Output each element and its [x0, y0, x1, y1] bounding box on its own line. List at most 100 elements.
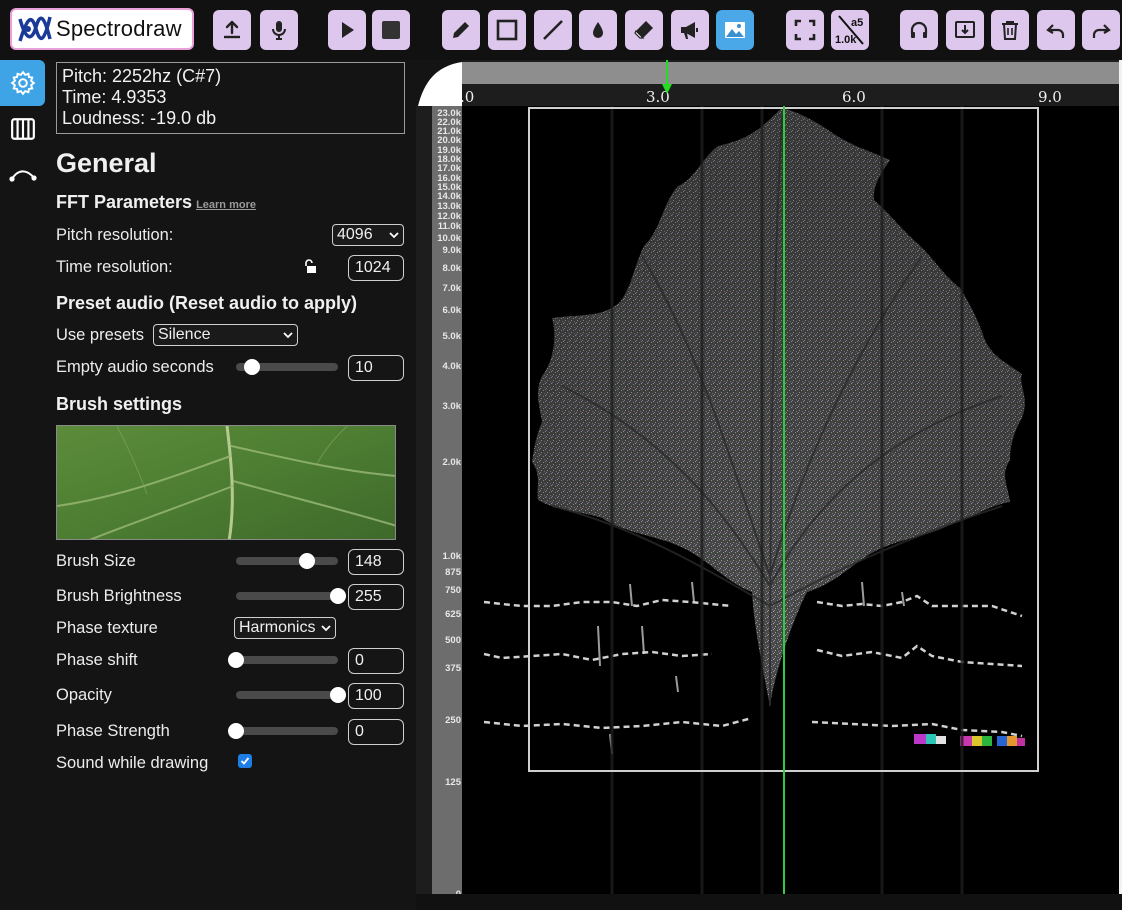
- settings-panel: Pitch: 2252hz (C#7) Time: 4.9353 Loudnes…: [46, 60, 416, 910]
- frequency-tick-label: 8.0k: [442, 263, 462, 274]
- frequency-tick-label: 375: [445, 663, 461, 674]
- frequency-tick-label: 125: [445, 777, 461, 788]
- eraser-tool-button[interactable]: [625, 10, 663, 50]
- image-tool-button[interactable]: [716, 10, 754, 50]
- fullscreen-button[interactable]: [786, 10, 824, 50]
- frequency-tick-label: 875: [445, 567, 461, 578]
- time-scrub-bar[interactable]: [462, 62, 1120, 84]
- empty-seconds-input[interactable]: 10: [348, 355, 404, 381]
- use-presets-select[interactable]: Silence: [153, 324, 298, 346]
- export-image-button[interactable]: [946, 10, 984, 50]
- time-resolution-value: 1024: [355, 259, 391, 276]
- playhead-marker-icon[interactable]: [661, 60, 673, 96]
- frequency-tick-label: 5.0k: [442, 331, 462, 342]
- play-button[interactable]: [328, 10, 366, 50]
- corner-curve-icon: [416, 60, 462, 106]
- pencil-icon: [453, 22, 469, 38]
- clear-button[interactable]: [991, 10, 1029, 50]
- app-root: Spectrodraw a5 1.0k Pitch: 2252hz (C#7) …: [0, 0, 1122, 910]
- frequency-tick-label: 250: [445, 715, 461, 726]
- pitch-readout: Pitch: 2252hz (C#7): [62, 66, 222, 86]
- stop-icon: [382, 21, 400, 39]
- phase-shift-value: 0: [355, 652, 364, 669]
- unlock-icon[interactable]: [304, 258, 320, 274]
- line-tool-button[interactable]: [534, 10, 572, 50]
- blur-tool-button[interactable]: [579, 10, 617, 50]
- brush-brightness-slider[interactable]: [236, 588, 346, 604]
- curve-tab[interactable]: [0, 152, 45, 198]
- undo-icon: [1046, 24, 1065, 38]
- spectrogram-canvas[interactable]: [462, 106, 1120, 894]
- line-icon: [543, 20, 563, 40]
- fullscreen-icon: [794, 19, 816, 41]
- note-scale-toggle-button[interactable]: a5 1.0k: [831, 10, 869, 50]
- record-button[interactable]: [260, 10, 298, 50]
- slider-knob[interactable]: [299, 553, 316, 569]
- settings-tab[interactable]: [0, 60, 45, 106]
- app-logo[interactable]: Spectrodraw: [10, 8, 194, 50]
- chevron-down-icon: [389, 232, 399, 239]
- droplet-icon: [593, 22, 603, 38]
- empty-seconds-label: Empty audio seconds: [56, 358, 214, 376]
- slider-knob[interactable]: [330, 687, 346, 703]
- piano-tab[interactable]: [0, 106, 45, 152]
- upload-button[interactable]: [213, 10, 251, 50]
- brush-brightness-input[interactable]: 255: [348, 584, 404, 610]
- top-toolbar: Spectrodraw a5 1.0k: [0, 0, 1122, 60]
- brush-texture-image[interactable]: [56, 425, 396, 540]
- amplify-tool-button[interactable]: [671, 10, 709, 50]
- time-resolution-input[interactable]: 1024: [348, 255, 404, 281]
- rectangle-tool-button[interactable]: [488, 10, 526, 50]
- brush-size-label: Brush Size: [56, 552, 136, 570]
- image-icon: [725, 22, 745, 38]
- brush-heading: Brush settings: [56, 394, 183, 414]
- spectrogram-image: [483, 106, 1039, 894]
- opacity-input[interactable]: 100: [348, 683, 404, 709]
- frequency-tick-label: 6.0k: [442, 305, 462, 316]
- slider-knob[interactable]: [228, 652, 244, 668]
- use-presets-label: Use presets: [56, 326, 145, 344]
- trash-icon: [1002, 21, 1018, 40]
- fft-heading: FFT Parameters Learn more: [56, 192, 256, 213]
- phase-strength-input[interactable]: 0: [348, 719, 404, 745]
- brush-size-input[interactable]: 148: [348, 549, 404, 575]
- brush-brightness-label: Brush Brightness: [56, 587, 182, 605]
- leaf-texture-image: [57, 426, 395, 539]
- slider-knob[interactable]: [228, 723, 244, 739]
- pencil-tool-button[interactable]: [442, 10, 480, 50]
- frequency-tick-label: 3.0k: [442, 401, 462, 412]
- opacity-slider[interactable]: [236, 687, 346, 703]
- stop-button[interactable]: [372, 10, 410, 50]
- note-scale-bottom-text: 1.0k: [835, 34, 857, 46]
- listen-button[interactable]: [900, 10, 938, 50]
- sound-while-drawing-checkbox[interactable]: [238, 754, 252, 768]
- frequency-tick-label: 11.0k: [437, 221, 461, 232]
- logo-icon: [18, 16, 52, 42]
- phase-shift-input[interactable]: 0: [348, 648, 404, 674]
- brush-size-slider[interactable]: [236, 553, 338, 569]
- bottom-strip: [416, 894, 1122, 910]
- slider-knob[interactable]: [244, 359, 261, 375]
- slider-knob[interactable]: [330, 588, 346, 604]
- learn-more-link[interactable]: Learn more: [196, 199, 256, 211]
- undo-button[interactable]: [1037, 10, 1075, 50]
- phase-shift-slider[interactable]: [228, 652, 338, 668]
- section-title-general: General: [56, 148, 157, 178]
- left-rail: [0, 60, 46, 910]
- rectangle-icon: [496, 19, 518, 41]
- phase-strength-label: Phase Strength: [56, 722, 170, 740]
- pitch-resolution-select[interactable]: 4096: [332, 224, 404, 246]
- time-axis[interactable]: .0 3.0 6.0 9.0: [460, 60, 1120, 106]
- opacity-value: 100: [355, 687, 382, 704]
- phase-strength-slider[interactable]: [228, 723, 338, 739]
- note-scale-top-text: a5: [851, 17, 863, 29]
- redo-button[interactable]: [1082, 10, 1120, 50]
- empty-seconds-slider[interactable]: [236, 359, 338, 375]
- empty-seconds-value: 10: [355, 359, 373, 376]
- curve-icon: [8, 170, 37, 182]
- export-image-icon: [955, 21, 975, 38]
- frequency-tick-label: 1.0k: [442, 551, 462, 562]
- sound-while-drawing-label: Sound while drawing: [56, 754, 209, 772]
- phase-texture-select[interactable]: Harmonics: [234, 617, 336, 639]
- microphone-icon: [272, 21, 286, 40]
